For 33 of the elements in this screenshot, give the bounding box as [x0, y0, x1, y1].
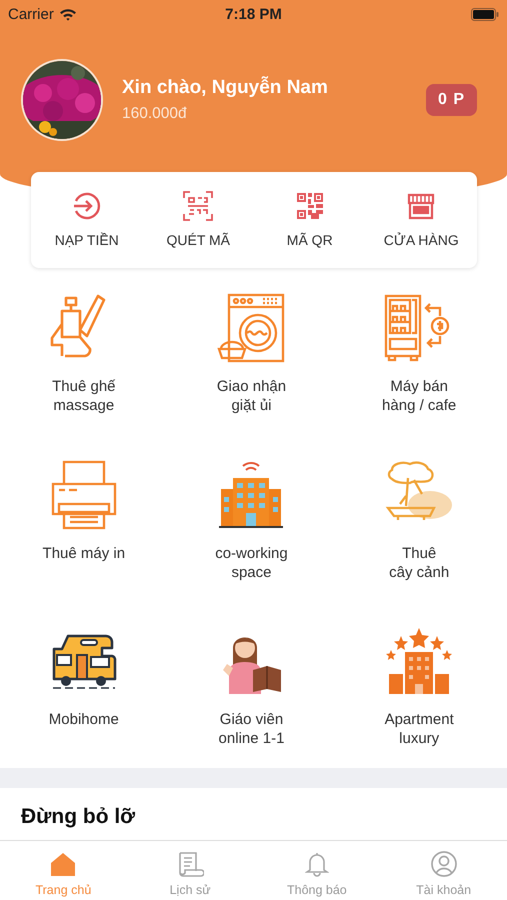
service-button[interactable]: Thuê ghế massage — [0, 268, 168, 435]
quick-action-button[interactable]: QUÉT MÃ — [142, 172, 254, 268]
qr-code-icon — [296, 192, 324, 220]
status-time: 7:18 PM — [225, 6, 282, 22]
home-icon — [50, 852, 76, 876]
quick-action-button[interactable]: NẠP TIỀN — [31, 172, 142, 268]
wifi-icon — [58, 8, 77, 20]
carrier-name: Carrier — [8, 6, 54, 22]
service-button[interactable]: Mobihome — [0, 601, 168, 768]
scan-icon — [183, 191, 214, 221]
service-button[interactable]: Giáo viên online 1-1 — [168, 601, 336, 768]
receipt-scroll-icon — [176, 851, 204, 877]
camper-van-icon — [50, 633, 117, 690]
service-button[interactable]: Máy bán hàng / cafe — [335, 268, 503, 435]
service-button[interactable]: Thuê máy in — [0, 434, 168, 602]
service-button[interactable]: Giao nhận giặt ủi — [168, 268, 336, 435]
store-icon — [407, 192, 436, 220]
section-title: Đừng bỏ lỡ — [21, 805, 136, 829]
office-building-icon — [219, 460, 284, 529]
hotel-stars-icon — [385, 628, 454, 694]
login-icon — [72, 191, 102, 221]
battery-icon — [471, 8, 499, 20]
account-icon — [430, 851, 457, 877]
points-badge[interactable]: 0 P — [426, 84, 477, 116]
greeting: Xin chào, Nguyễn Nam — [122, 77, 329, 99]
service-button[interactable]: Apartment luxury — [335, 601, 503, 768]
quick-action-button[interactable]: CỬA HÀNG — [366, 172, 477, 268]
quick-action-button[interactable]: MÃ QR — [254, 172, 366, 268]
bell-icon — [304, 851, 329, 877]
service-button[interactable]: co-working space — [168, 434, 336, 602]
washing-machine-icon — [216, 293, 286, 363]
balance: 160.000đ — [122, 105, 188, 123]
service-button[interactable]: Thuê cây cảnh — [335, 434, 503, 602]
